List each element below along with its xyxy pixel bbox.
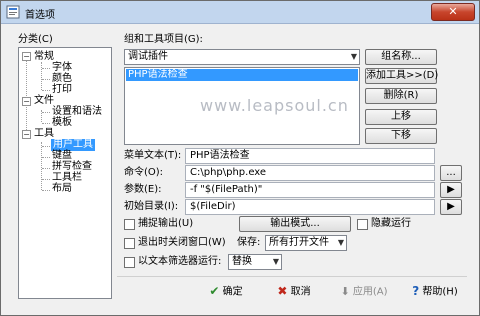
checkmark-icon: ✔ [209,284,220,298]
move-down-button[interactable]: 下移 [365,128,437,144]
x-icon: ✖ [277,284,288,298]
tree-item-print[interactable]: 打印 [52,84,72,96]
params-label: 参数(E): [124,184,162,195]
watermark: www.leapsoul.cn [200,96,349,115]
command-label: 命令(O): [124,167,164,178]
chevron-down-icon: ▼ [272,257,279,266]
filter-select[interactable]: 替换 ▼ [228,254,282,270]
params-field[interactable]: -f "$(FilePath)" [185,182,435,198]
output-mode-button[interactable]: 输出模式... [239,216,351,232]
chevron-down-icon: ▼ [350,52,357,61]
initdir-field[interactable]: $(FileDir) [185,199,435,215]
initdir-label: 初始目录(I): [124,201,179,212]
apply-label: 应用(A) [352,286,388,298]
tree-collapse-general[interactable]: − [22,52,31,61]
category-label: 分类(C) [18,34,53,45]
save-select-value: 所有打开文件 [269,237,329,248]
category-tree[interactable]: − 常规 字体 颜色 打印 − 文件 设置和语法 模板 − 工具 用户工具 键盘… [18,47,112,299]
capture-output-label: 捕捉输出(U) [138,218,194,229]
hide-run-checkbox[interactable] [357,219,368,230]
tree-item-file[interactable]: 文件 [34,95,54,107]
tree-collapse-file[interactable]: − [22,97,31,106]
cancel-label: 取消 [290,286,311,298]
tree-item-layout[interactable]: 布局 [52,183,72,195]
tree-collapse-tools[interactable]: − [22,130,31,139]
close-button[interactable]: ✕ [431,3,475,21]
close-on-exit-checkbox[interactable] [124,238,135,249]
apply-button[interactable]: ⬇ 应用(A) [335,283,393,300]
group-select-value: 调试插件 [128,51,168,62]
arrow-right-icon: ▶ [447,184,455,195]
apply-icon: ⬇ [340,285,350,298]
ok-button[interactable]: ✔ 确定 [197,283,255,300]
params-value: -f "$(FilePath)" [190,184,263,195]
preferences-window: 首选项 ✕ 分类(C) − 常规 字体 颜色 打印 − 文件 设置和语法 模板 … [0,0,480,316]
help-label: 帮助(H) [422,286,458,298]
filter-select-value: 替换 [232,256,252,267]
delete-button[interactable]: 删除(R) [365,88,437,104]
app-icon [6,5,20,19]
run-filter-checkbox[interactable] [124,257,135,268]
command-value: C:\php\php.exe [190,167,267,178]
move-up-button[interactable]: 上移 [365,109,437,125]
arrow-right-icon: ▶ [447,201,455,212]
params-menu-button[interactable]: ▶ [440,182,462,198]
tree-item-template[interactable]: 模板 [52,117,72,129]
help-button[interactable]: ? 帮助(H) [405,283,465,300]
menu-text-field[interactable]: PHP语法检查 [185,148,435,164]
group-select[interactable]: 调试插件 ▼ [124,49,360,65]
browse-command-button[interactable]: ... [440,165,462,181]
run-filter-label: 以文本筛选器运行: [138,256,222,267]
group-name-button[interactable]: 组名称... [365,49,437,65]
group-label: 组和工具项目(G): [124,34,203,45]
cancel-button[interactable]: ✖ 取消 [265,283,323,300]
tree-item-general[interactable]: 常规 [34,51,54,63]
list-item-php-syntax[interactable]: PHP语法检查 [126,69,358,81]
chevron-down-icon: ▼ [337,238,344,247]
window-title: 首选项 [25,10,55,21]
initdir-menu-button[interactable]: ▶ [440,199,462,215]
ok-label: 确定 [222,286,243,298]
save-select[interactable]: 所有打开文件 ▼ [265,235,347,251]
hide-run-label: 隐藏运行 [371,218,411,229]
help-icon: ? [412,284,420,298]
menu-text-label: 菜单文本(T): [124,150,182,161]
capture-output-checkbox[interactable] [124,219,135,230]
title-bar[interactable]: 首选项 ✕ [1,1,479,24]
add-tool-button[interactable]: 添加工具>>(D) [365,68,438,84]
command-field[interactable]: C:\php\php.exe [185,165,435,181]
initdir-value: $(FileDir) [190,201,236,212]
menu-text-value: PHP语法检查 [190,150,250,161]
save-label: 保存: [237,237,261,248]
close-on-exit-label: 退出时关闭窗口(W) [138,237,226,248]
footer-divider [117,276,467,277]
